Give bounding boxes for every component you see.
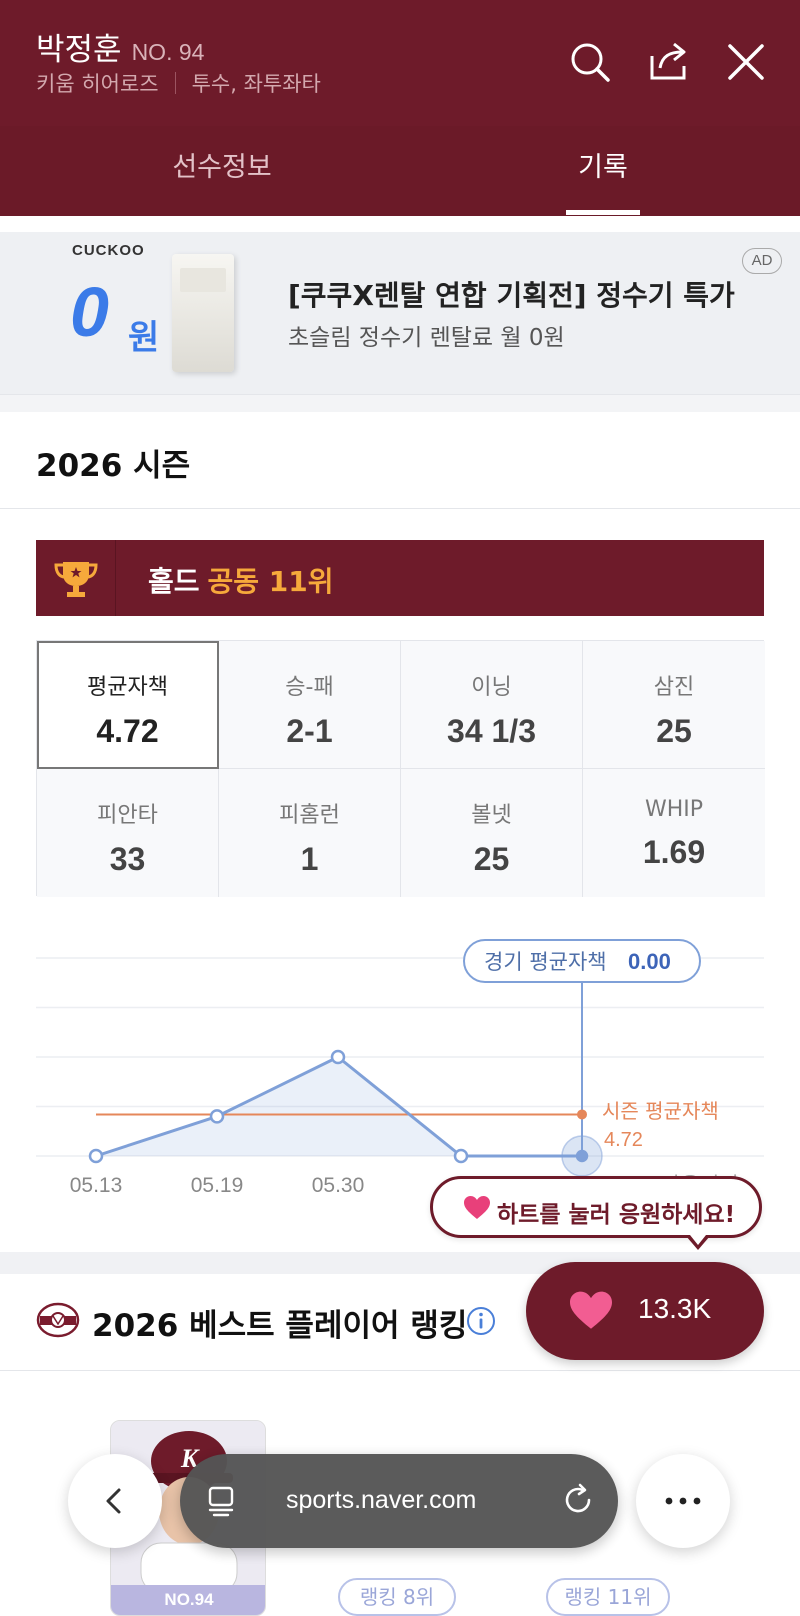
stat-label: 평균자책 [87,675,168,700]
hold-label: 홀드 공동 11위 [148,560,334,600]
rank-pill-1: 랭킹 8위 [338,1578,456,1616]
search-icon[interactable] [566,38,614,86]
stat-label: 이닝 [471,675,512,700]
stat-label: 승-패 [285,675,334,700]
stat-hits-allowed[interactable]: 피안타 33 [37,769,219,897]
hold-rank-bar: 홀드 공동 11위 [36,540,764,616]
stat-value: 4.72 [96,713,159,749]
close-icon[interactable] [722,38,770,86]
stat-win-loss[interactable]: 승-패 2-1 [219,641,401,769]
stat-whip[interactable]: WHIP 1.69 [583,769,765,897]
cheer-like-button[interactable]: 13.3K [526,1262,764,1360]
reload-icon[interactable] [560,1482,596,1518]
season-average-label: 시즌 평균자책 [602,1099,719,1123]
tab-records[interactable]: 기록 [566,126,640,216]
era-data-point [209,1109,225,1124]
ad-banner[interactable]: CUCKOO 0 원 [쿠쿠X렌탈 연합 기획전] 정수기 특가 초슬림 정수기… [0,232,800,394]
ad-subtitle: 초슬림 정수기 렌탈료 월 0원 [288,325,565,351]
ad-won-graphic: 원 [128,318,160,358]
heart-icon [464,1196,490,1219]
era-data-point [453,1148,469,1164]
more-dots-icon [665,1497,701,1505]
player-header: 박정훈 NO. 94 키움 히어로즈 투수, 좌투좌타 선수정보 기록 [0,0,800,216]
heart-icon [570,1291,612,1329]
best-ranking-title: 2026 베스트 플레이어 랭킹 [92,1308,468,1344]
stat-label: WHIP [644,797,704,822]
rank-pill-2: 랭킹 11위 [546,1578,670,1616]
tooltip-label: 경기 평균자책 [484,950,607,974]
stat-innings[interactable]: 이닝 34 1/3 [401,641,583,769]
ad-brand-logo: CUCKOO [72,242,145,259]
trophy-icon-box [36,540,116,616]
player-name: 박정훈 [36,32,122,68]
stat-label: 볼넷 [471,803,512,828]
tabs-overview-icon[interactable] [204,1484,238,1518]
stat-value: 34 1/3 [447,713,536,749]
season-stats-grid: 평균자책 4.72 승-패 2-1 이닝 34 1/3 삼진 25 피안타 33… [36,640,765,897]
browser-more-button[interactable] [636,1454,730,1548]
stat-value: 25 [656,713,692,749]
stat-value: 2-1 [286,713,333,749]
tab-player-info[interactable]: 선수정보 [122,126,322,216]
section-divider [0,394,800,412]
stat-value: 33 [109,841,146,877]
browser-address-bar[interactable]: sports.naver.com [180,1454,618,1548]
player-name-row: 박정훈 NO. 94 [36,24,204,69]
ad-label: AD [742,248,782,274]
chevron-left-icon [106,1488,121,1514]
browser-back-button[interactable] [68,1454,162,1548]
player-position: 투수, 좌투좌타 [191,72,321,96]
stat-strikeouts[interactable]: 삼진 25 [583,641,765,769]
trophy-icon [54,562,98,597]
meta-divider [174,72,176,94]
tooltip-value: 0.00 [628,949,671,974]
player-number: NO. 94 [131,39,205,65]
water-purifier-image [172,254,234,372]
info-icon[interactable] [466,1306,496,1336]
team-name: 키움 히어로즈 [36,72,159,96]
era-data-point [575,1149,589,1163]
cheer-tooltip-tail-inner [690,1235,706,1245]
season-average-point [577,1109,587,1120]
kiwoom-team-logo [36,1302,80,1338]
season-title: 2026 시즌 [36,448,191,484]
stat-label: 피안타 [97,803,158,828]
stat-label: 삼진 [653,675,695,700]
like-count: 13.3K [638,1293,712,1324]
active-tab-indicator [566,210,640,215]
cheer-text: 하트를 눌러 응원하세요! [497,1202,736,1228]
stat-walks[interactable]: 볼넷 25 [401,769,583,897]
share-icon[interactable] [644,38,692,86]
hold-stat-name: 홀드 [148,565,200,598]
card-number: NO.94 [111,1585,265,1615]
stat-value: 1 [300,841,319,877]
stat-value: 25 [473,841,510,877]
cheer-tooltip: 하트를 눌러 응원하세요! [430,1176,762,1238]
x-tick-label: 05.30 [312,1174,365,1197]
browser-url: sports.naver.com [286,1486,477,1514]
hold-rank: 공동 11위 [207,565,334,598]
stat-value: 1.69 [642,834,706,870]
game-era-chart[interactable]: 05.1305.1905.30다음경기시즌 평균자책4.72경기 평균자책0.0… [0,920,800,1220]
season-divider [0,508,800,509]
stat-era[interactable]: 평균자책 4.72 [37,641,219,769]
era-data-point [88,1148,104,1164]
stat-home-runs-allowed[interactable]: 피홈런 1 [219,769,401,897]
season-average-value: 4.72 [604,1129,643,1151]
x-tick-label: 05.19 [191,1174,244,1197]
ad-zero-graphic: 0 [70,273,109,351]
tab-bar: 선수정보 기록 [0,126,800,216]
best-ranking-divider [0,1370,800,1371]
x-tick-label: 05.13 [70,1174,123,1197]
stat-label: 피홈런 [279,803,340,828]
player-meta: 키움 히어로즈 투수, 좌투좌타 [36,68,321,98]
ad-title: [쿠쿠X렌탈 연합 기획전] 정수기 특가 [288,279,735,312]
era-data-point [330,1049,346,1065]
